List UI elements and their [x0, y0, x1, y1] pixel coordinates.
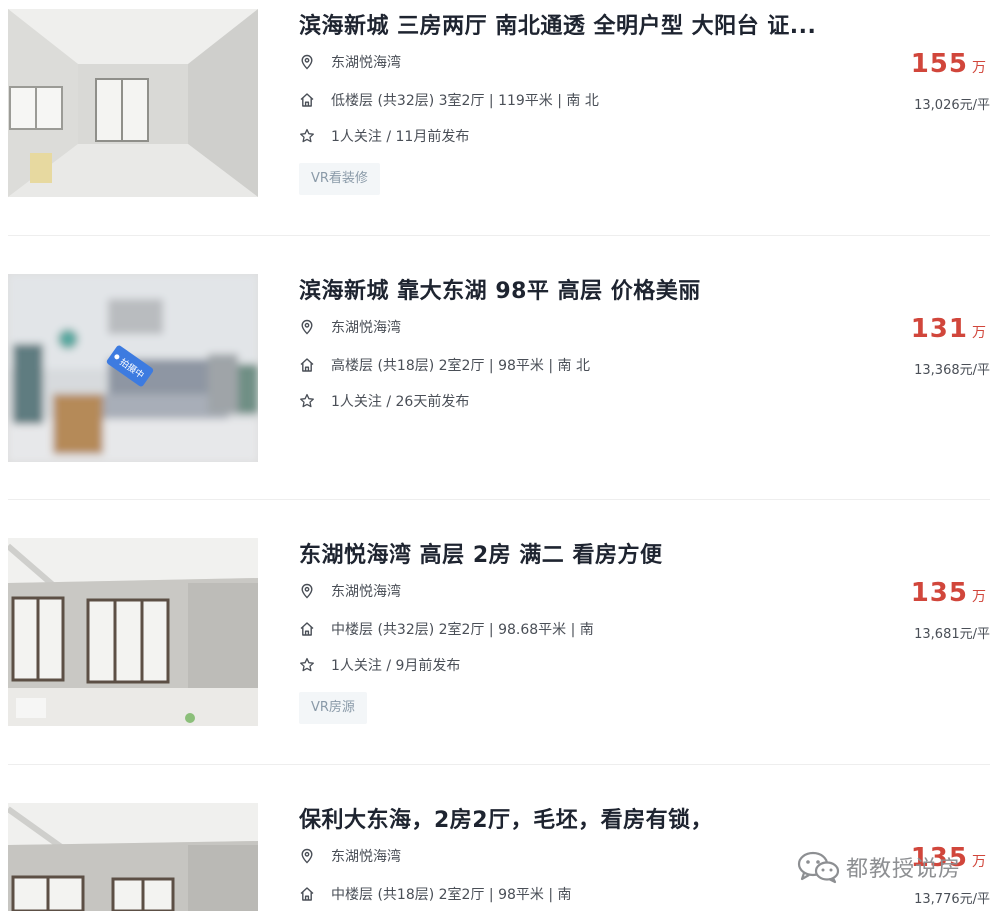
listing-item[interactable]: 东湖悦海湾 高层 2房 满二 看房方便 东湖悦海湾 中楼层 (共32层) 2室2… — [0, 529, 1005, 794]
follow-info: 1人关注 / 9月前发布 — [331, 658, 461, 674]
listing-item[interactable]: 滨海新城 三房两厅 南北通透 全明户型 大阳台 证... 东湖悦海湾 低楼层 (… — [0, 0, 1005, 265]
divider — [8, 764, 990, 765]
total-price: 135 万 — [911, 578, 986, 608]
community-name[interactable]: 东湖悦海湾 — [331, 52, 401, 72]
star-icon — [299, 393, 315, 409]
location-pin-icon — [299, 583, 315, 599]
house-info-row: 中楼层 (共18层) 2室2厅 | 98平米 | 南 — [299, 884, 572, 904]
divider — [8, 499, 990, 500]
price-value: 155 — [910, 49, 968, 79]
listing-title[interactable]: 保利大东海，2房2厅，毛坯，看房有锁， — [299, 802, 713, 834]
house-icon — [299, 621, 315, 637]
price-value: 135 — [910, 578, 968, 608]
total-price: 131 万 — [911, 314, 986, 344]
house-icon — [299, 92, 315, 108]
listing-photo[interactable] — [8, 9, 258, 197]
location-pin-icon — [299, 848, 315, 864]
total-price: 155 万 — [911, 49, 986, 79]
community-name[interactable]: 东湖悦海湾 — [331, 317, 401, 337]
community-name[interactable]: 东湖悦海湾 — [331, 581, 401, 601]
house-info-row: 高楼层 (共18层) 2室2厅 | 98平米 | 南 北 — [299, 355, 590, 375]
follow-info: 1人关注 / 11月前发布 — [331, 129, 470, 145]
follow-row: 1人关注 / 9月前发布 — [299, 655, 460, 675]
unit-price: 13,681元/平 — [914, 627, 990, 642]
unit-price: 13,026元/平 — [914, 98, 990, 113]
listing-photo[interactable] — [8, 538, 258, 726]
house-info: 中楼层 (共18层) 2室2厅 | 98平米 | 南 — [331, 887, 572, 903]
community-row: 东湖悦海湾 — [299, 317, 401, 337]
house-icon — [299, 357, 315, 373]
community-row: 东湖悦海湾 — [299, 581, 401, 601]
house-icon — [299, 886, 315, 902]
listing-title[interactable]: 滨海新城 靠大东湖 98平 高层 价格美丽 — [299, 273, 701, 305]
follow-row: 1人关注 / 26天前发布 — [299, 391, 469, 411]
price-unit: 万 — [972, 589, 986, 605]
price-unit: 万 — [972, 325, 986, 341]
house-info-row: 中楼层 (共32层) 2室2厅 | 98.68平米 | 南 — [299, 619, 594, 639]
follow-info: 1人关注 / 26天前发布 — [331, 394, 470, 410]
community-row: 东湖悦海湾 — [299, 846, 401, 866]
price-unit: 万 — [972, 60, 986, 76]
listing-photo[interactable] — [8, 803, 258, 911]
star-icon — [299, 657, 315, 673]
listing-title[interactable]: 滨海新城 三房两厅 南北通透 全明户型 大阳台 证... — [299, 8, 816, 40]
vr-tag[interactable]: VR看装修 — [299, 163, 380, 195]
unit-price: 13,368元/平 — [914, 363, 990, 378]
price-value: 131 — [910, 314, 968, 344]
unit-price: 13,776元/平 — [914, 892, 990, 907]
house-info: 高楼层 (共18层) 2室2厅 | 98平米 | 南 北 — [331, 358, 590, 374]
listing-title[interactable]: 东湖悦海湾 高层 2房 满二 看房方便 — [299, 537, 662, 569]
house-info-row: 低楼层 (共32层) 3室2厅 | 119平米 | 南 北 — [299, 90, 599, 110]
location-pin-icon — [299, 54, 315, 70]
listing-item[interactable]: 拍摄中 滨海新城 靠大东湖 98平 高层 价格美丽 东湖悦海湾 高楼层 (共18… — [0, 265, 1005, 530]
watermark: 都教授说房 — [796, 850, 961, 884]
vr-tag[interactable]: VR房源 — [299, 692, 367, 724]
listing-photo[interactable]: 拍摄中 — [8, 274, 258, 462]
house-info: 中楼层 (共32层) 2室2厅 | 98.68平米 | 南 — [331, 622, 594, 638]
community-row: 东湖悦海湾 — [299, 52, 401, 72]
watermark-text: 都教授说房 — [846, 857, 962, 882]
house-info: 低楼层 (共32层) 3室2厅 | 119平米 | 南 北 — [331, 93, 599, 109]
location-pin-icon — [299, 319, 315, 335]
follow-row: 1人关注 / 11月前发布 — [299, 126, 469, 146]
price-unit: 万 — [972, 854, 986, 870]
wechat-icon — [796, 850, 840, 884]
divider — [8, 235, 990, 236]
community-name[interactable]: 东湖悦海湾 — [331, 846, 401, 866]
star-icon — [299, 128, 315, 144]
